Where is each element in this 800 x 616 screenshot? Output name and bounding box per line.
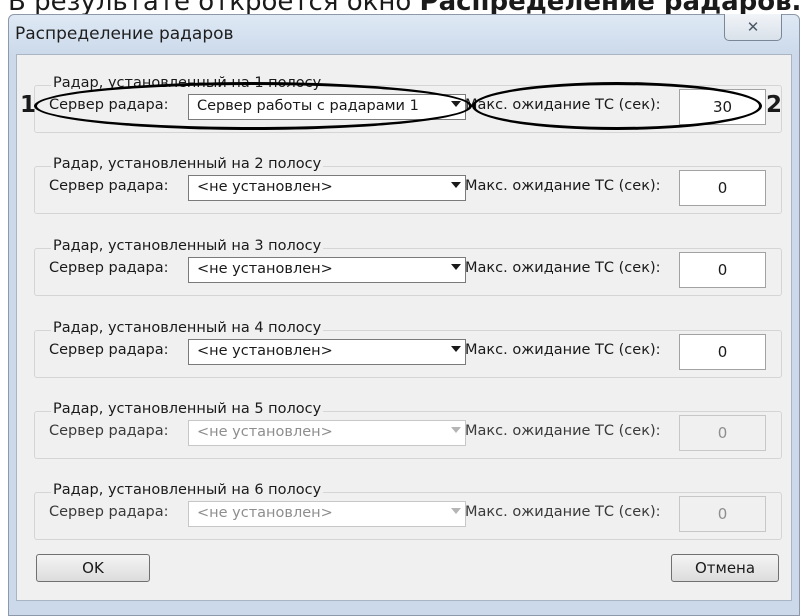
wait-input[interactable] [679,496,766,532]
wait-input[interactable] [679,334,766,370]
server-select-value: <не установлен> [197,343,333,359]
group-title: Радар, установленный на 2 полосу [51,156,324,172]
radar-group-3: Радар, установленный на 3 полосу Сервер … [34,238,782,296]
radar-group-2: Радар, установленный на 2 полосу Сервер … [34,156,782,214]
server-label: Сервер радара: [49,423,169,439]
server-label: Сервер радара: [49,260,169,276]
server-select[interactable]: <не установлен> [188,501,466,527]
window-title: Распределение радаров [15,24,234,44]
wait-label: Макс. ожидание ТС (сек): [465,423,661,439]
radar-group-4: Радар, установленный на 4 полосу Сервер … [34,320,782,378]
wait-label: Макс. ожидание ТС (сек): [465,504,661,520]
close-button[interactable]: ✕ [724,14,782,41]
ok-button[interactable]: OK [36,554,150,582]
radar-group-5: Радар, установленный на 5 полосу Сервер … [34,401,782,459]
group-title: Радар, установленный на 4 полосу [51,320,324,336]
server-select-value: <не установлен> [197,424,333,440]
server-select-value: <не установлен> [197,261,333,277]
wait-label: Макс. ожидание ТС (сек): [465,97,661,113]
server-select-value: <не установлен> [197,505,333,521]
dialog-window: Распределение радаров ✕ Радар, установле… [0,0,800,616]
server-select[interactable]: <не установлен> [188,257,466,283]
cancel-button[interactable]: Отмена [671,554,779,582]
radar-group-6: Радар, установленный на 6 полосу Сервер … [34,482,782,540]
server-select[interactable]: <не установлен> [188,420,466,446]
wait-label: Макс. ожидание ТС (сек): [465,260,661,276]
server-select[interactable]: Сервер работы с радарами 1 [188,94,466,120]
dropdown-arrow-icon [451,346,461,352]
server-label: Сервер радара: [49,342,169,358]
group-title: Радар, установленный на 1 полосу [51,75,324,91]
close-x-icon: ✕ [746,18,760,36]
group-title: Радар, установленный на 5 полосу [51,401,324,417]
wait-input[interactable] [679,170,766,206]
wait-label: Макс. ожидание ТС (сек): [465,178,661,194]
dropdown-arrow-icon [451,182,461,188]
server-label: Сервер радара: [49,97,169,113]
wait-input[interactable] [679,252,766,288]
server-select[interactable]: <не установлен> [188,175,466,201]
server-select[interactable]: <не установлен> [188,339,466,365]
dropdown-arrow-icon [451,427,461,433]
dropdown-arrow-icon [451,508,461,514]
server-label: Сервер радара: [49,504,169,520]
radar-group-1: Радар, установленный на 1 полосу Сервер … [34,75,782,133]
server-label: Сервер радара: [49,178,169,194]
wait-label: Макс. ожидание ТС (сек): [465,342,661,358]
dropdown-arrow-icon [451,264,461,270]
server-select-value: <не установлен> [197,179,333,195]
group-title: Радар, установленный на 6 полосу [51,482,324,498]
callout-number-2: 2 [766,92,783,118]
wait-input[interactable] [679,89,766,125]
wait-input[interactable] [679,415,766,451]
server-select-value: Сервер работы с радарами 1 [197,98,419,114]
callout-number-1: 1 [20,92,37,118]
dropdown-arrow-icon [451,101,461,107]
group-title: Радар, установленный на 3 полосу [51,238,324,254]
